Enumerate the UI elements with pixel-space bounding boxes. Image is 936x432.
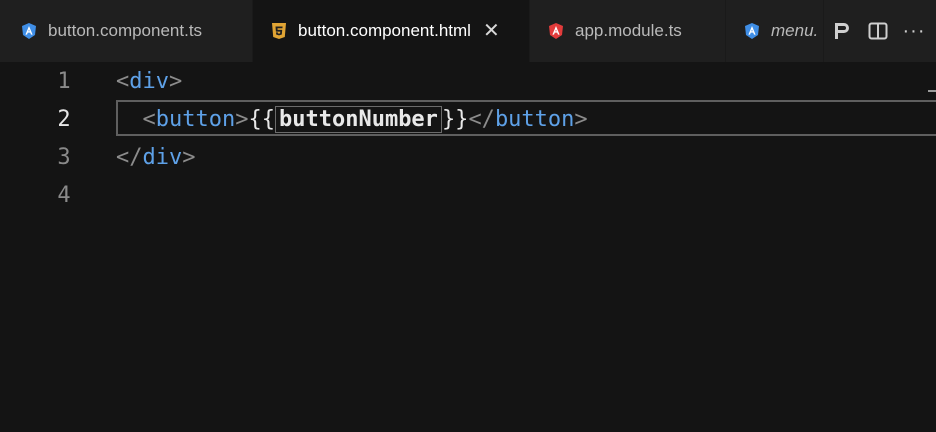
interpolation-expression: buttonNumber <box>274 105 442 133</box>
code-text: </div> <box>116 144 196 170</box>
editor-actions: ··· <box>824 0 936 62</box>
tab-label: button.component.ts <box>48 21 203 40</box>
tab-button-component-ts[interactable]: button.component.ts <box>0 0 253 62</box>
code-editor[interactable]: 1 <div> 2 <button>{{buttonNumber}}</butt… <box>0 62 936 432</box>
tab-label: app.module.ts <box>575 21 682 40</box>
code-line[interactable]: 2 <button>{{buttonNumber}}</button> <box>0 100 936 138</box>
editor-tab-bar: button.component.ts button.component.htm… <box>0 0 936 62</box>
split-editor-icon[interactable] <box>866 19 890 43</box>
code-text: <div> <box>116 68 183 94</box>
code-line[interactable]: 4 <box>0 176 936 214</box>
html5-icon <box>272 23 286 39</box>
angular-module-icon <box>549 23 563 39</box>
code-line[interactable]: 3 </div> <box>0 138 936 176</box>
more-actions-icon[interactable]: ··· <box>902 19 926 43</box>
line-number: 1 <box>57 68 71 94</box>
code-line[interactable]: 1 <div> <box>0 62 936 100</box>
close-tab-icon[interactable]: ✕ <box>483 21 500 41</box>
code-text: <button>{{buttonNumber}}</button> <box>142 105 588 133</box>
code-editor-window: button.component.ts button.component.htm… <box>0 0 936 432</box>
tab-label: menu. <box>771 21 819 40</box>
tab-app-module-ts[interactable]: app.module.ts <box>530 0 726 62</box>
line-number: 4 <box>57 182 71 208</box>
angular-component-icon <box>745 23 759 39</box>
tab-menu[interactable]: menu. <box>726 0 824 62</box>
prettier-icon[interactable] <box>830 19 854 43</box>
line-number: 3 <box>57 144 71 170</box>
line-number: 2 <box>57 106 71 132</box>
tab-button-component-html[interactable]: button.component.html ✕ <box>253 0 530 62</box>
tab-label: button.component.html <box>298 21 471 40</box>
angular-component-icon <box>22 23 36 39</box>
